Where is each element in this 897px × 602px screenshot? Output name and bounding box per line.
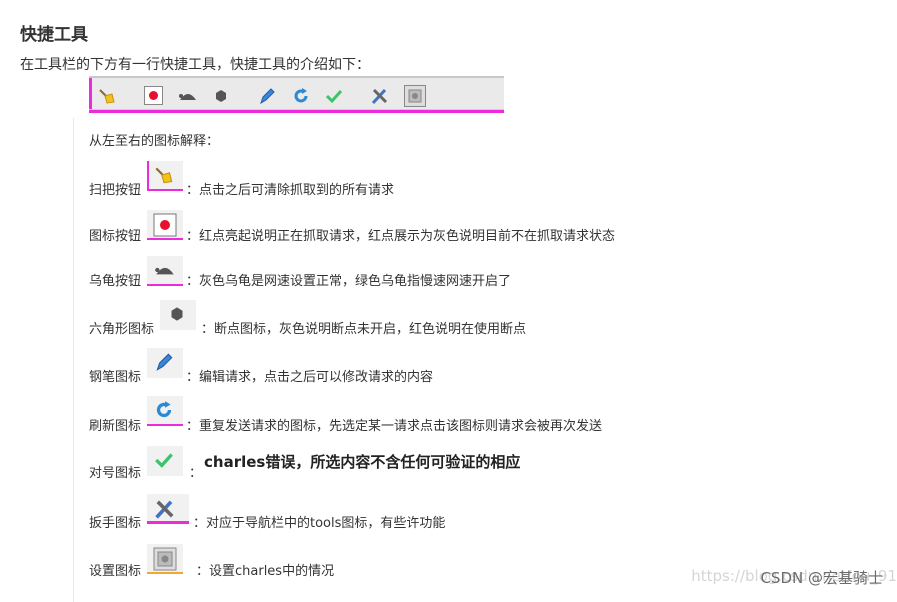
page-title: 快捷工具 [20, 25, 88, 45]
watermark: https://blog.csdn.net/ou_91 CSDN @宏基骑士 [691, 567, 897, 588]
item-desc: ：红点亮起说明正在抓取请求，红点展示为灰色说明目前不在抓取请求状态 [186, 229, 616, 244]
record-icon [147, 210, 183, 240]
item-note: charles错误，所选内容不含任何可验证的相应 [204, 453, 521, 471]
list-item: 乌龟按钮 ：灰色乌龟是网速设置正常，绿色乌龟指慢速网速开启了 [89, 256, 789, 296]
broom-icon [97, 86, 117, 106]
list-item: 设置图标 ：设置charles中的情况 [89, 544, 789, 584]
item-label: 扳手图标 [89, 516, 142, 531]
item-label: 扫把按钮 [89, 183, 142, 198]
highlight-bottom [89, 110, 504, 113]
highlight-left [89, 78, 92, 113]
list-item: 六角形图标 ：断点图标，灰色说明断点未开启，红色说明在使用断点 [89, 300, 789, 340]
item-desc: ：灰色乌龟是网速设置正常，绿色乌龟指慢速网速开启了 [186, 274, 512, 289]
item-label: 钢笔图标 [89, 370, 142, 385]
refresh-icon [291, 86, 311, 106]
item-desc: ：断点图标，灰色说明断点未开启，红色说明在使用断点 [201, 322, 527, 337]
refresh-icon [147, 396, 183, 426]
item-desc: ：点击之后可清除抓取到的所有请求 [186, 183, 395, 198]
intro-text: 在工具栏的下方有一行快捷工具，快捷工具的介绍如下： [20, 57, 370, 73]
list-item: 对号图标 ： charles错误，所选内容不含任何可验证的相应 [89, 446, 789, 486]
turtle-icon [177, 86, 197, 106]
item-desc: ： [189, 466, 203, 481]
hexagon-icon [160, 300, 196, 330]
quick-toolbar-image [89, 76, 504, 113]
broom-icon [147, 161, 183, 191]
turtle-icon [147, 256, 183, 286]
watermark-text: CSDN @宏基骑士 [760, 569, 883, 587]
check-icon [324, 86, 344, 106]
hexagon-icon [211, 86, 231, 106]
item-label: 六角形图标 [89, 322, 155, 337]
check-icon [147, 446, 183, 476]
item-desc: ：对应于导航栏中的tools图标，有些许功能 [193, 516, 446, 531]
item-label: 对号图标 [89, 466, 142, 481]
content-divider [73, 118, 74, 602]
list-item: 刷新图标 ：重复发送请求的图标，先选定某一请求点击该图标则请求会被再次发送 [89, 396, 789, 436]
icons-subheading: 从左至右的图标解释： [89, 134, 220, 149]
settings-icon [404, 85, 426, 107]
item-label: 设置图标 [89, 564, 142, 579]
item-label: 乌龟按钮 [89, 274, 142, 289]
tools-icon [147, 494, 189, 524]
item-label: 刷新图标 [89, 419, 142, 434]
item-desc: ：重复发送请求的图标，先选定某一请求点击该图标则请求会被再次发送 [186, 419, 603, 434]
item-desc: ：编辑请求，点击之后可以修改请求的内容 [186, 370, 434, 385]
list-item: 扳手图标 ：对应于导航栏中的tools图标，有些许功能 [89, 494, 789, 534]
record-icon [144, 86, 163, 105]
list-item: 钢笔图标 ：编辑请求，点击之后可以修改请求的内容 [89, 348, 789, 388]
list-item: 扫把按钮 ：点击之后可清除抓取到的所有请求 [89, 161, 789, 204]
settings-icon [147, 544, 183, 574]
pen-icon [147, 348, 183, 378]
list-item: 图标按钮 ：红点亮起说明正在抓取请求，红点展示为灰色说明目前不在抓取请求状态 [89, 210, 789, 250]
tools-icon [370, 86, 390, 106]
item-desc: ：设置charles中的情况 [196, 564, 335, 579]
pen-icon [257, 86, 277, 106]
item-label: 图标按钮 [89, 229, 142, 244]
